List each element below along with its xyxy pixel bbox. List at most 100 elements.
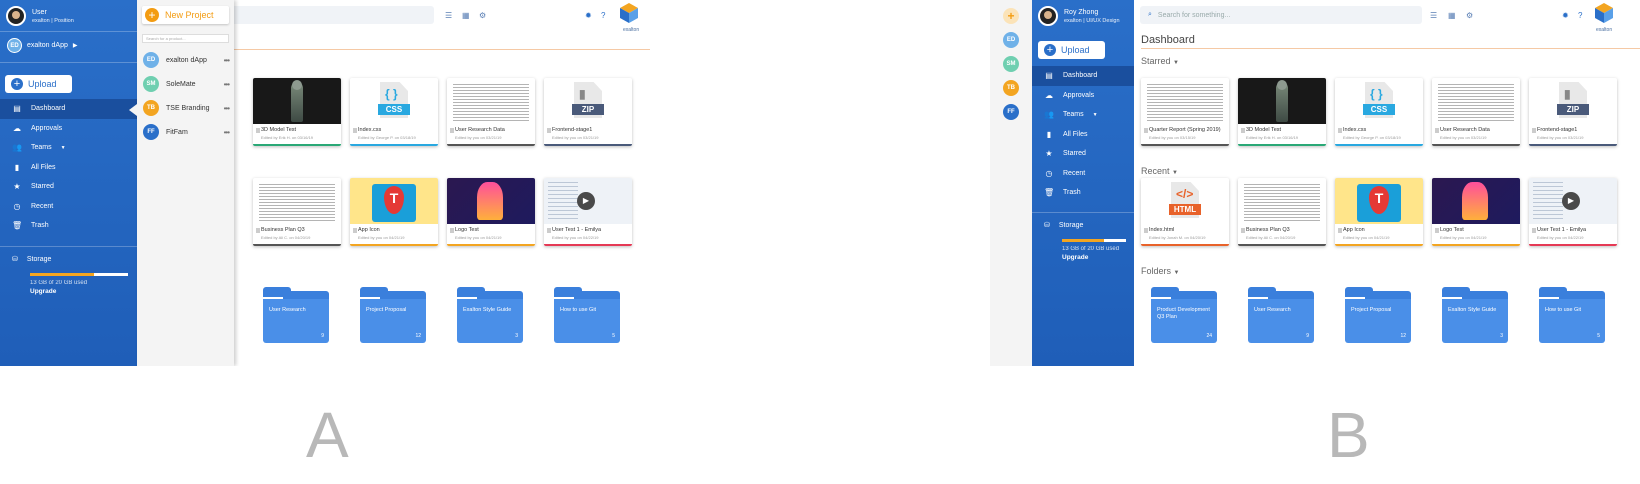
storage-bar [1062, 239, 1126, 242]
filter-icon[interactable]: ⚙ [479, 11, 486, 20]
file-card[interactable]: T App Icon Edited by you on 04/21/19 [1335, 178, 1423, 246]
project-rail: + ED SM TB FF [990, 0, 1032, 366]
add-project-icon[interactable]: + [1003, 8, 1019, 24]
folder-icon[interactable]: User Research 9 [263, 287, 329, 343]
upload-button[interactable]: + Upload [1038, 41, 1105, 59]
file-type-icon [450, 128, 454, 133]
folder-icon[interactable]: How to use Git 5 [1539, 287, 1605, 343]
project-list-item[interactable]: ED exalton dApp ••• [143, 52, 230, 68]
section-starred[interactable]: Starred ▼ [1141, 56, 1179, 66]
file-card[interactable]: ▶ User Test 1 - Emilya Edited by you on 04… [544, 178, 632, 246]
folder-count: 9 [321, 333, 324, 339]
folder-icon[interactable]: Exalton Style Guide 3 [457, 287, 523, 343]
project-search-input[interactable]: Search for a product... [142, 34, 229, 43]
upgrade-link[interactable]: Upgrade [30, 288, 128, 295]
section-folders[interactable]: Folders ▼ [1141, 266, 1179, 276]
upgrade-link[interactable]: Upgrade [1062, 254, 1126, 261]
file-color-bar [544, 244, 632, 246]
folder-icon[interactable]: User Research 9 [1248, 287, 1314, 343]
file-card[interactable]: Logo Test Edited by you on 04/21/19 [1432, 178, 1520, 246]
file-card[interactable]: </> HTML Index.html Edited by Jonah M. on 0… [1141, 178, 1229, 246]
nav-dashboard[interactable]: ▤ Dashboard [0, 99, 137, 119]
project-name: TSE Branding [166, 104, 210, 112]
nav-starred[interactable]: ★ Starred [1032, 144, 1134, 164]
nav-approvals[interactable]: ☁ Approvals [1032, 86, 1134, 106]
file-card[interactable]: ▮ ZIP Frontend-stage1 Edited by you on 03/2… [544, 78, 632, 146]
nav-recent[interactable]: ◷ Recent [0, 197, 137, 217]
file-card[interactable]: { } CSS Index.css Edited by George P. on 03… [350, 78, 438, 146]
user-profile[interactable]: Roy Zhong exalton | UI/UX Design [1038, 6, 1120, 26]
nav-trash[interactable]: 🗑 Trash [0, 216, 137, 236]
gear-icon[interactable]: ✹ [585, 11, 592, 20]
gear-icon[interactable]: ✹ [1562, 11, 1569, 20]
file-type-icon [1532, 128, 1536, 133]
file-type-icon [1338, 228, 1342, 233]
more-icon[interactable]: ••• [224, 128, 230, 137]
folder-icon[interactable]: How to use Git 5 [554, 287, 620, 343]
project-list-item[interactable]: SM SoleMate ••• [143, 76, 230, 92]
new-project-button[interactable]: + New Project [142, 6, 229, 24]
nav-trash[interactable]: 🗑 Trash [1032, 183, 1134, 203]
nav-dashboard[interactable]: ▤ Dashboard [1032, 66, 1134, 86]
nav-teams[interactable]: 👥 Teams ▼ [0, 138, 137, 158]
more-icon[interactable]: ••• [224, 80, 230, 89]
grid-icon[interactable]: ▦ [462, 11, 470, 20]
file-card[interactable]: Business Plan Q3 Edited by Ali C. on 04/2… [253, 178, 341, 246]
help-icon[interactable]: ? [1578, 11, 1582, 20]
cloud-icon: ☁ [1045, 90, 1053, 100]
nav-all-files[interactable]: ▮ All Files [1032, 125, 1134, 145]
new-project-label: New Project [165, 10, 214, 20]
nav-starred[interactable]: ★ Starred [0, 177, 137, 197]
project-list-item[interactable]: FF FitFam ••• [143, 124, 230, 140]
thumbnail [1432, 178, 1520, 224]
help-icon[interactable]: ? [601, 11, 605, 20]
file-card[interactable]: ▮ ZIP Frontend-stage1 Edited by you on 03/2… [1529, 78, 1617, 146]
section-recent[interactable]: Recent ▼ [1141, 166, 1178, 176]
file-card[interactable]: User Research Data Edited by you on 03/21… [1432, 78, 1520, 146]
search-icon: ⌕ [1148, 11, 1152, 18]
more-icon[interactable]: ••• [224, 56, 230, 65]
file-card[interactable]: { } CSS Index.css Edited by George P. on 03… [1335, 78, 1423, 146]
file-edited: Edited by you on 03/21/19 [552, 135, 599, 140]
project-avatar[interactable]: SM [1003, 56, 1019, 72]
folder-icon[interactable]: Product Development Q3 Plan 24 [1151, 287, 1217, 343]
nav-recent[interactable]: ◷ Recent [1032, 164, 1134, 184]
nav-all-files[interactable]: ▮ All Files [0, 158, 137, 178]
user-profile[interactable]: User exalton | Position [6, 6, 74, 26]
file-card[interactable]: Logo Test Edited by you on 04/21/19 [447, 178, 535, 246]
file-card[interactable]: 3D Model Test Edited by Erik H. on 03/16/… [253, 78, 341, 146]
thumbnail: { } CSS [1335, 78, 1423, 124]
grid-icon[interactable]: ▦ [1448, 11, 1456, 20]
storage-fill [30, 273, 94, 276]
list-icon[interactable]: ☰ [1430, 11, 1437, 20]
upload-button[interactable]: + Upload [5, 75, 72, 93]
file-edited: Edited by you on 04/21/19 [1440, 235, 1487, 240]
nav-approvals[interactable]: ☁ Approvals [0, 119, 137, 139]
folder-icon[interactable]: Exalton Style Guide 3 [1442, 287, 1508, 343]
file-card[interactable]: Quarter Report (Spring 2019) Edited by yo… [1141, 78, 1229, 146]
folder-icon[interactable]: Project Proposal 12 [1345, 287, 1411, 343]
project-avatar[interactable]: ED [1003, 32, 1019, 48]
more-icon[interactable]: ••• [224, 104, 230, 113]
filter-icon[interactable]: ⚙ [1466, 11, 1473, 20]
project-switcher[interactable]: ED exalton dApp ▶ [7, 38, 78, 53]
project-avatar[interactable]: TB [1003, 80, 1019, 96]
folder-count: 5 [1597, 333, 1600, 339]
file-card[interactable]: T App Icon Edited by you on 04/21/19 [350, 178, 438, 246]
file-card[interactable]: ▶ User Test 1 - Emilya Edited by you on 04… [1529, 178, 1617, 246]
user-role: exalton | Position [32, 17, 74, 24]
file-card[interactable]: User Research Data Edited by you on 03/21… [447, 78, 535, 146]
clock-icon: ◷ [13, 201, 21, 211]
folder-icon[interactable]: Project Proposal 12 [360, 287, 426, 343]
search-input[interactable] [229, 6, 434, 24]
list-icon[interactable]: ☰ [445, 11, 452, 20]
project-avatar[interactable]: FF [1003, 104, 1019, 120]
nav-teams[interactable]: 👥 Teams ▼ [1032, 105, 1134, 125]
project-list-item[interactable]: TB TSE Branding ••• [143, 100, 230, 116]
file-card[interactable]: Business Plan Q3 Edited by Ali C. on 04/2… [1238, 178, 1326, 246]
chevron-down-icon: ▼ [1092, 111, 1098, 118]
file-card[interactable]: 3D Model Test Edited by Erik H. on 03/16/… [1238, 78, 1326, 146]
file-name: App Icon [1343, 227, 1365, 233]
search-input[interactable]: ⌕ Search for something... [1140, 6, 1422, 24]
file-type-icon [1338, 128, 1342, 133]
